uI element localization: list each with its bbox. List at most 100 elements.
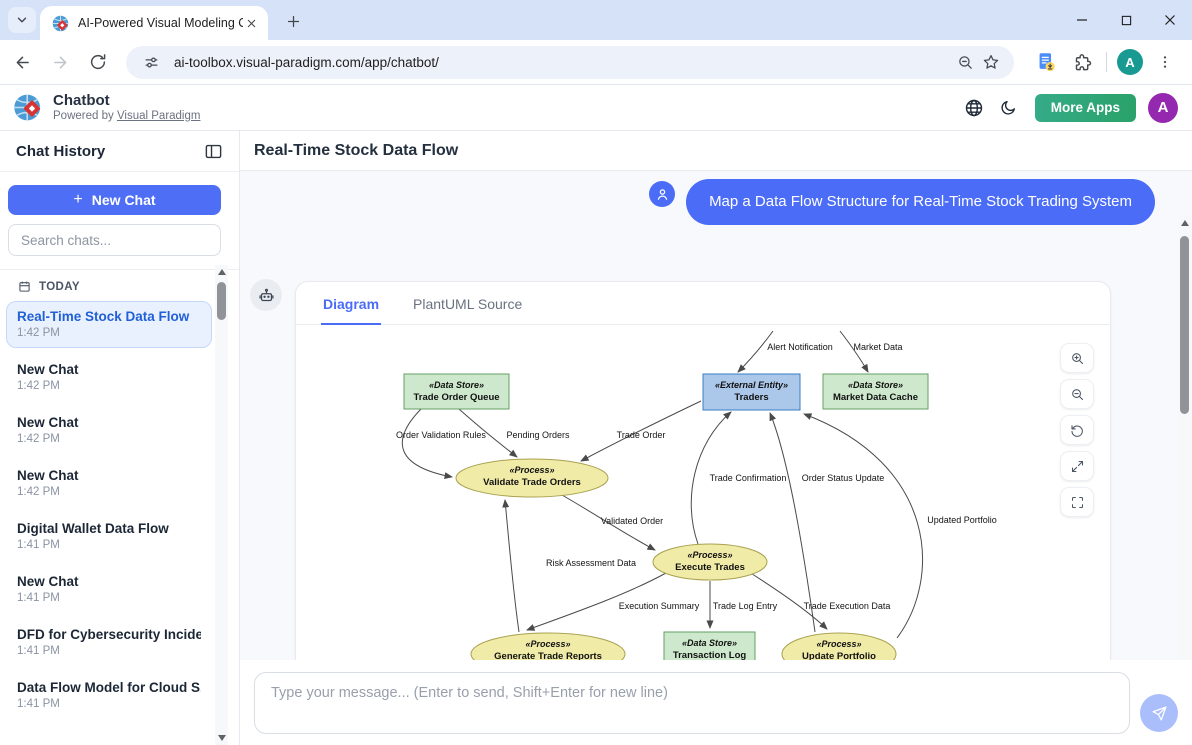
diagram-card: Diagram PlantUML Source «Data Store» Trad… (295, 281, 1111, 660)
dfd-node-name: Generate Trade Reports (494, 651, 602, 660)
dfd-edge-label: Trade Confirmation (710, 473, 787, 483)
zoom-in-button[interactable] (1060, 343, 1094, 373)
dfd-node-name: Market Data Cache (833, 392, 918, 403)
chat-time: 1:41 PM (17, 645, 201, 657)
dfd-edge-label: Trade Log Entry (713, 601, 778, 611)
new-chat-button[interactable]: + New Chat (8, 185, 221, 215)
zoom-indicator-icon[interactable] (952, 49, 978, 75)
toolbar-right: A (1028, 47, 1183, 77)
conversation-title: Real-Time Stock Data Flow (254, 142, 458, 160)
back-arrow-icon (13, 53, 32, 72)
search-chats-input[interactable] (8, 224, 221, 256)
dfd-node-name: Execute Trades (675, 562, 745, 573)
browser-tab[interactable]: AI-Powered Visual Modeling Ch (40, 6, 268, 40)
new-tab-button[interactable] (280, 8, 306, 34)
tab-search-button[interactable] (8, 7, 36, 33)
chat-time: 1:41 PM (17, 698, 201, 710)
dfd-edge-label: Updated Portfolio (927, 515, 997, 525)
diagram-card-tabs: Diagram PlantUML Source (296, 282, 1110, 325)
browser-toolbar: ai-toolbox.visual-paradigm.com/app/chatb… (0, 40, 1192, 85)
extensions-puzzle-icon[interactable] (1067, 47, 1097, 77)
user-message-bubble: Map a Data Flow Structure for Real-Time … (686, 179, 1155, 225)
chat-history-item[interactable]: Digital Wallet Data Flow1:41 PM (6, 513, 212, 560)
window-controls (1060, 0, 1192, 40)
more-apps-button[interactable]: More Apps (1035, 94, 1136, 122)
reload-button[interactable] (82, 46, 114, 78)
visual-paradigm-link[interactable]: Visual Paradigm (117, 110, 201, 122)
chat-history-item[interactable]: New Chat 1:41 PM (6, 566, 212, 613)
chat-time: 1:42 PM (17, 380, 201, 392)
scroll-up-arrow[interactable] (218, 269, 226, 275)
window-maximize-button[interactable] (1104, 0, 1148, 40)
main-panel: Real-Time Stock Data Flow Map a Data Flo… (240, 131, 1192, 745)
scrollbar-thumb[interactable] (1180, 236, 1189, 414)
back-button[interactable] (6, 46, 38, 78)
zoom-out-button[interactable] (1060, 379, 1094, 409)
window-close-button[interactable] (1148, 0, 1192, 40)
chat-history-item[interactable]: DFD for Cybersecurity Incide... 1:41 PM (6, 619, 212, 666)
content-area: Chat History + New Chat TODAY (0, 131, 1192, 745)
dfd-edge-label: Risk Assessment Data (546, 558, 636, 568)
docs-offline-icon[interactable] (1031, 47, 1061, 77)
chat-history-item[interactable]: Data Flow Model for Cloud S... 1:41 PM (6, 672, 212, 719)
forward-arrow-icon (51, 53, 70, 72)
chat-title: New Chat (17, 574, 201, 589)
scroll-up-arrow[interactable] (1181, 220, 1189, 226)
address-bar[interactable]: ai-toolbox.visual-paradigm.com/app/chatb… (126, 46, 1014, 79)
dfd-node-stereotype: «Process» (525, 639, 570, 649)
chevron-down-icon (15, 13, 29, 27)
language-globe-icon[interactable] (957, 91, 991, 125)
kebab-menu-icon[interactable] (1150, 47, 1180, 77)
sidebar-scrollbar[interactable] (215, 265, 228, 745)
dfd-node-stereotype: «External Entity» (715, 380, 788, 390)
fullscreen-button[interactable] (1060, 487, 1094, 517)
scrollbar-thumb[interactable] (217, 282, 226, 320)
chat-history-item[interactable]: New Chat1:42 PM (6, 460, 212, 507)
sidebar-collapse-button[interactable] (201, 139, 225, 163)
chat-history-item[interactable]: New Chat1:42 PM (6, 407, 212, 454)
powered-by-prefix: Powered by (53, 110, 117, 122)
chrome-profile-avatar[interactable]: A (1117, 49, 1143, 75)
zoom-in-icon (1070, 351, 1085, 366)
dfd-edge-label: Validated Order (601, 516, 663, 526)
expand-button[interactable] (1060, 451, 1094, 481)
dfd-node-stereotype: «Data Store» (429, 380, 484, 390)
forward-button[interactable] (44, 46, 76, 78)
chat-time: 1:41 PM (17, 592, 201, 604)
dark-mode-moon-icon[interactable] (991, 91, 1025, 125)
chat-title: Digital Wallet Data Flow (17, 521, 201, 536)
site-settings-icon[interactable] (138, 49, 164, 75)
browser-window: AI-Powered Visual Modeling Ch (0, 0, 1192, 745)
chat-title: DFD for Cybersecurity Incide... (17, 627, 201, 642)
app-header: Chatbot Powered by Visual Paradigm More … (0, 85, 1192, 131)
chat-history-item[interactable]: New Chat1:42 PM (6, 354, 212, 401)
chat-title: Data Flow Model for Cloud S... (17, 680, 201, 695)
sidebar-title: Chat History (16, 143, 105, 160)
dfd-node-name: Validate Trade Orders (483, 477, 581, 488)
plus-icon (286, 14, 301, 29)
rotate-ccw-icon (1070, 423, 1085, 438)
chat-history-item[interactable]: Real-Time Stock Data Flow1:42 PM (6, 301, 212, 348)
bookmark-star-icon[interactable] (978, 49, 1004, 75)
window-minimize-button[interactable] (1060, 0, 1104, 40)
dfd-edge-label: Pending Orders (506, 430, 570, 440)
user-avatar (649, 181, 675, 207)
reset-view-button[interactable] (1060, 415, 1094, 445)
user-account-avatar[interactable]: A (1148, 93, 1178, 123)
dfd-edge-label: Alert Notification (767, 342, 833, 352)
toolbar-separator (1106, 52, 1107, 72)
today-section-header: TODAY (0, 270, 239, 300)
send-button[interactable] (1140, 694, 1178, 732)
panel-collapse-icon (204, 142, 223, 161)
chat-title: New Chat (17, 415, 201, 430)
tab-close-button[interactable] (243, 15, 260, 32)
scroll-down-arrow[interactable] (218, 735, 226, 741)
chat-scrollbar[interactable] (1178, 216, 1191, 660)
message-input[interactable] (254, 672, 1130, 734)
tab-plantuml-source[interactable]: PlantUML Source (411, 296, 524, 324)
close-icon (246, 18, 257, 29)
tab-diagram[interactable]: Diagram (321, 296, 381, 324)
user-message-row: Map a Data Flow Structure for Real-Time … (649, 179, 1155, 225)
powered-by: Powered by Visual Paradigm (53, 110, 200, 123)
dfd-edge (402, 409, 452, 477)
